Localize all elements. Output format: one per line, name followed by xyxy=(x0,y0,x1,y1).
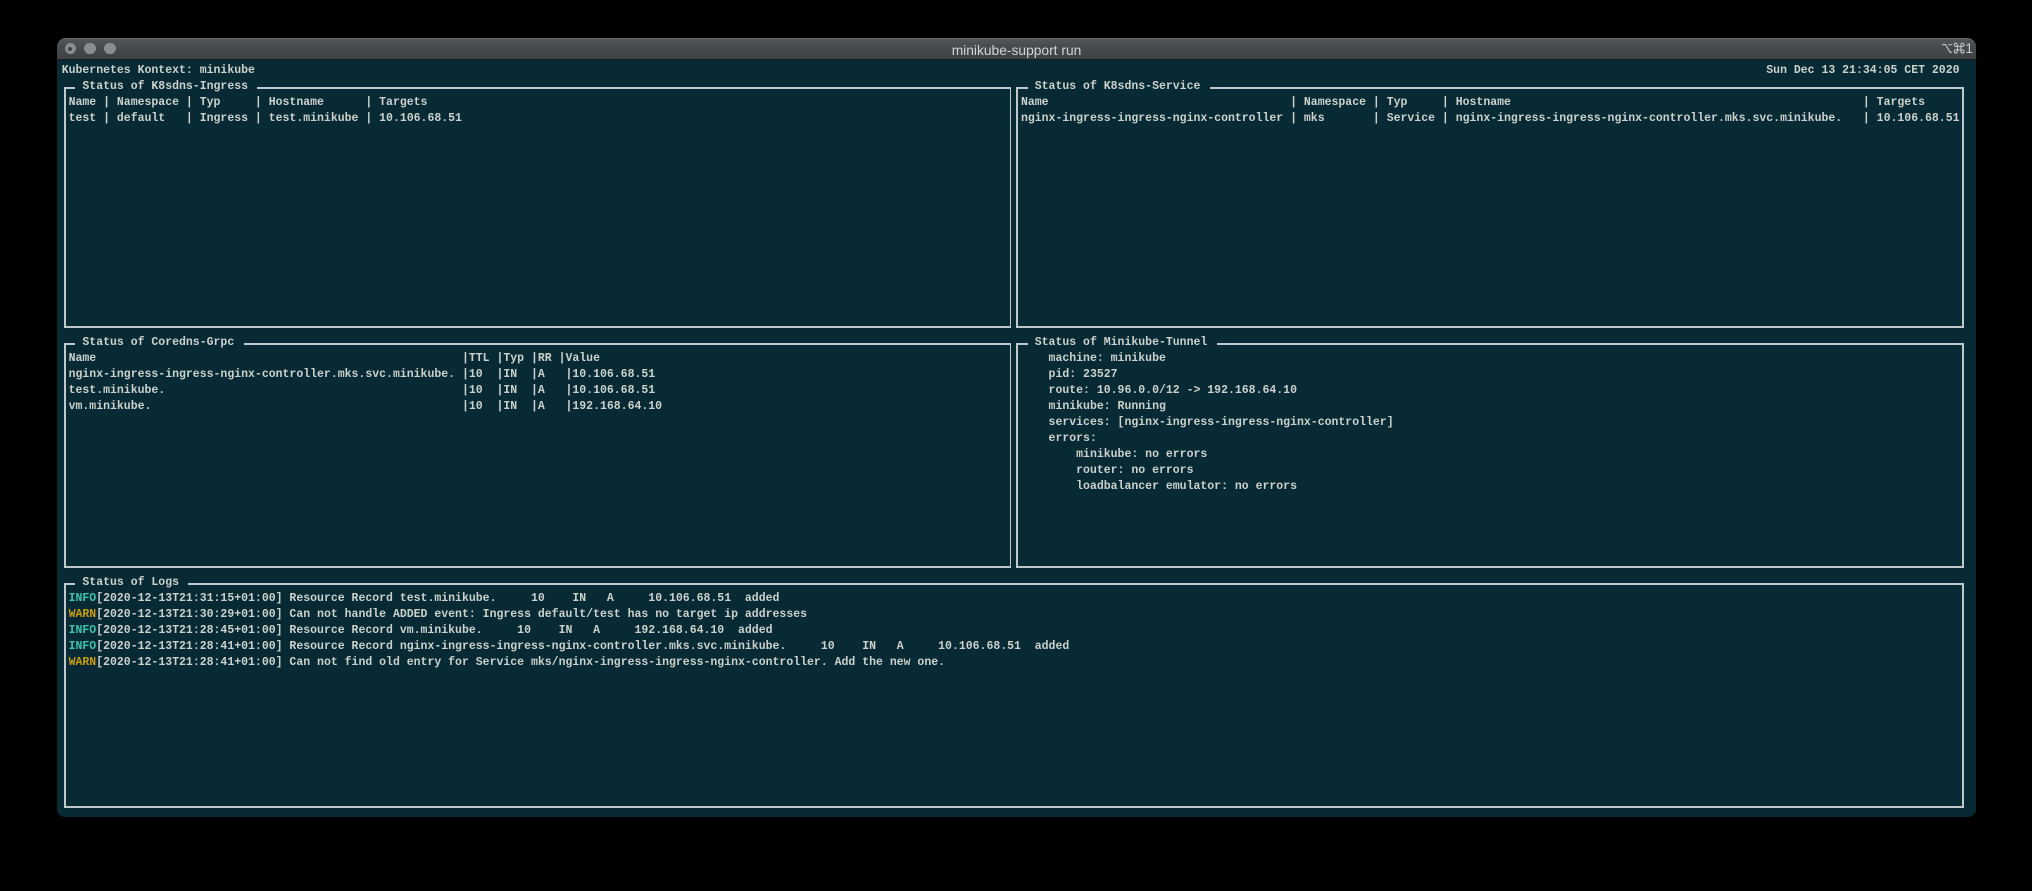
svg-text:1: 1 xyxy=(1965,40,1973,56)
